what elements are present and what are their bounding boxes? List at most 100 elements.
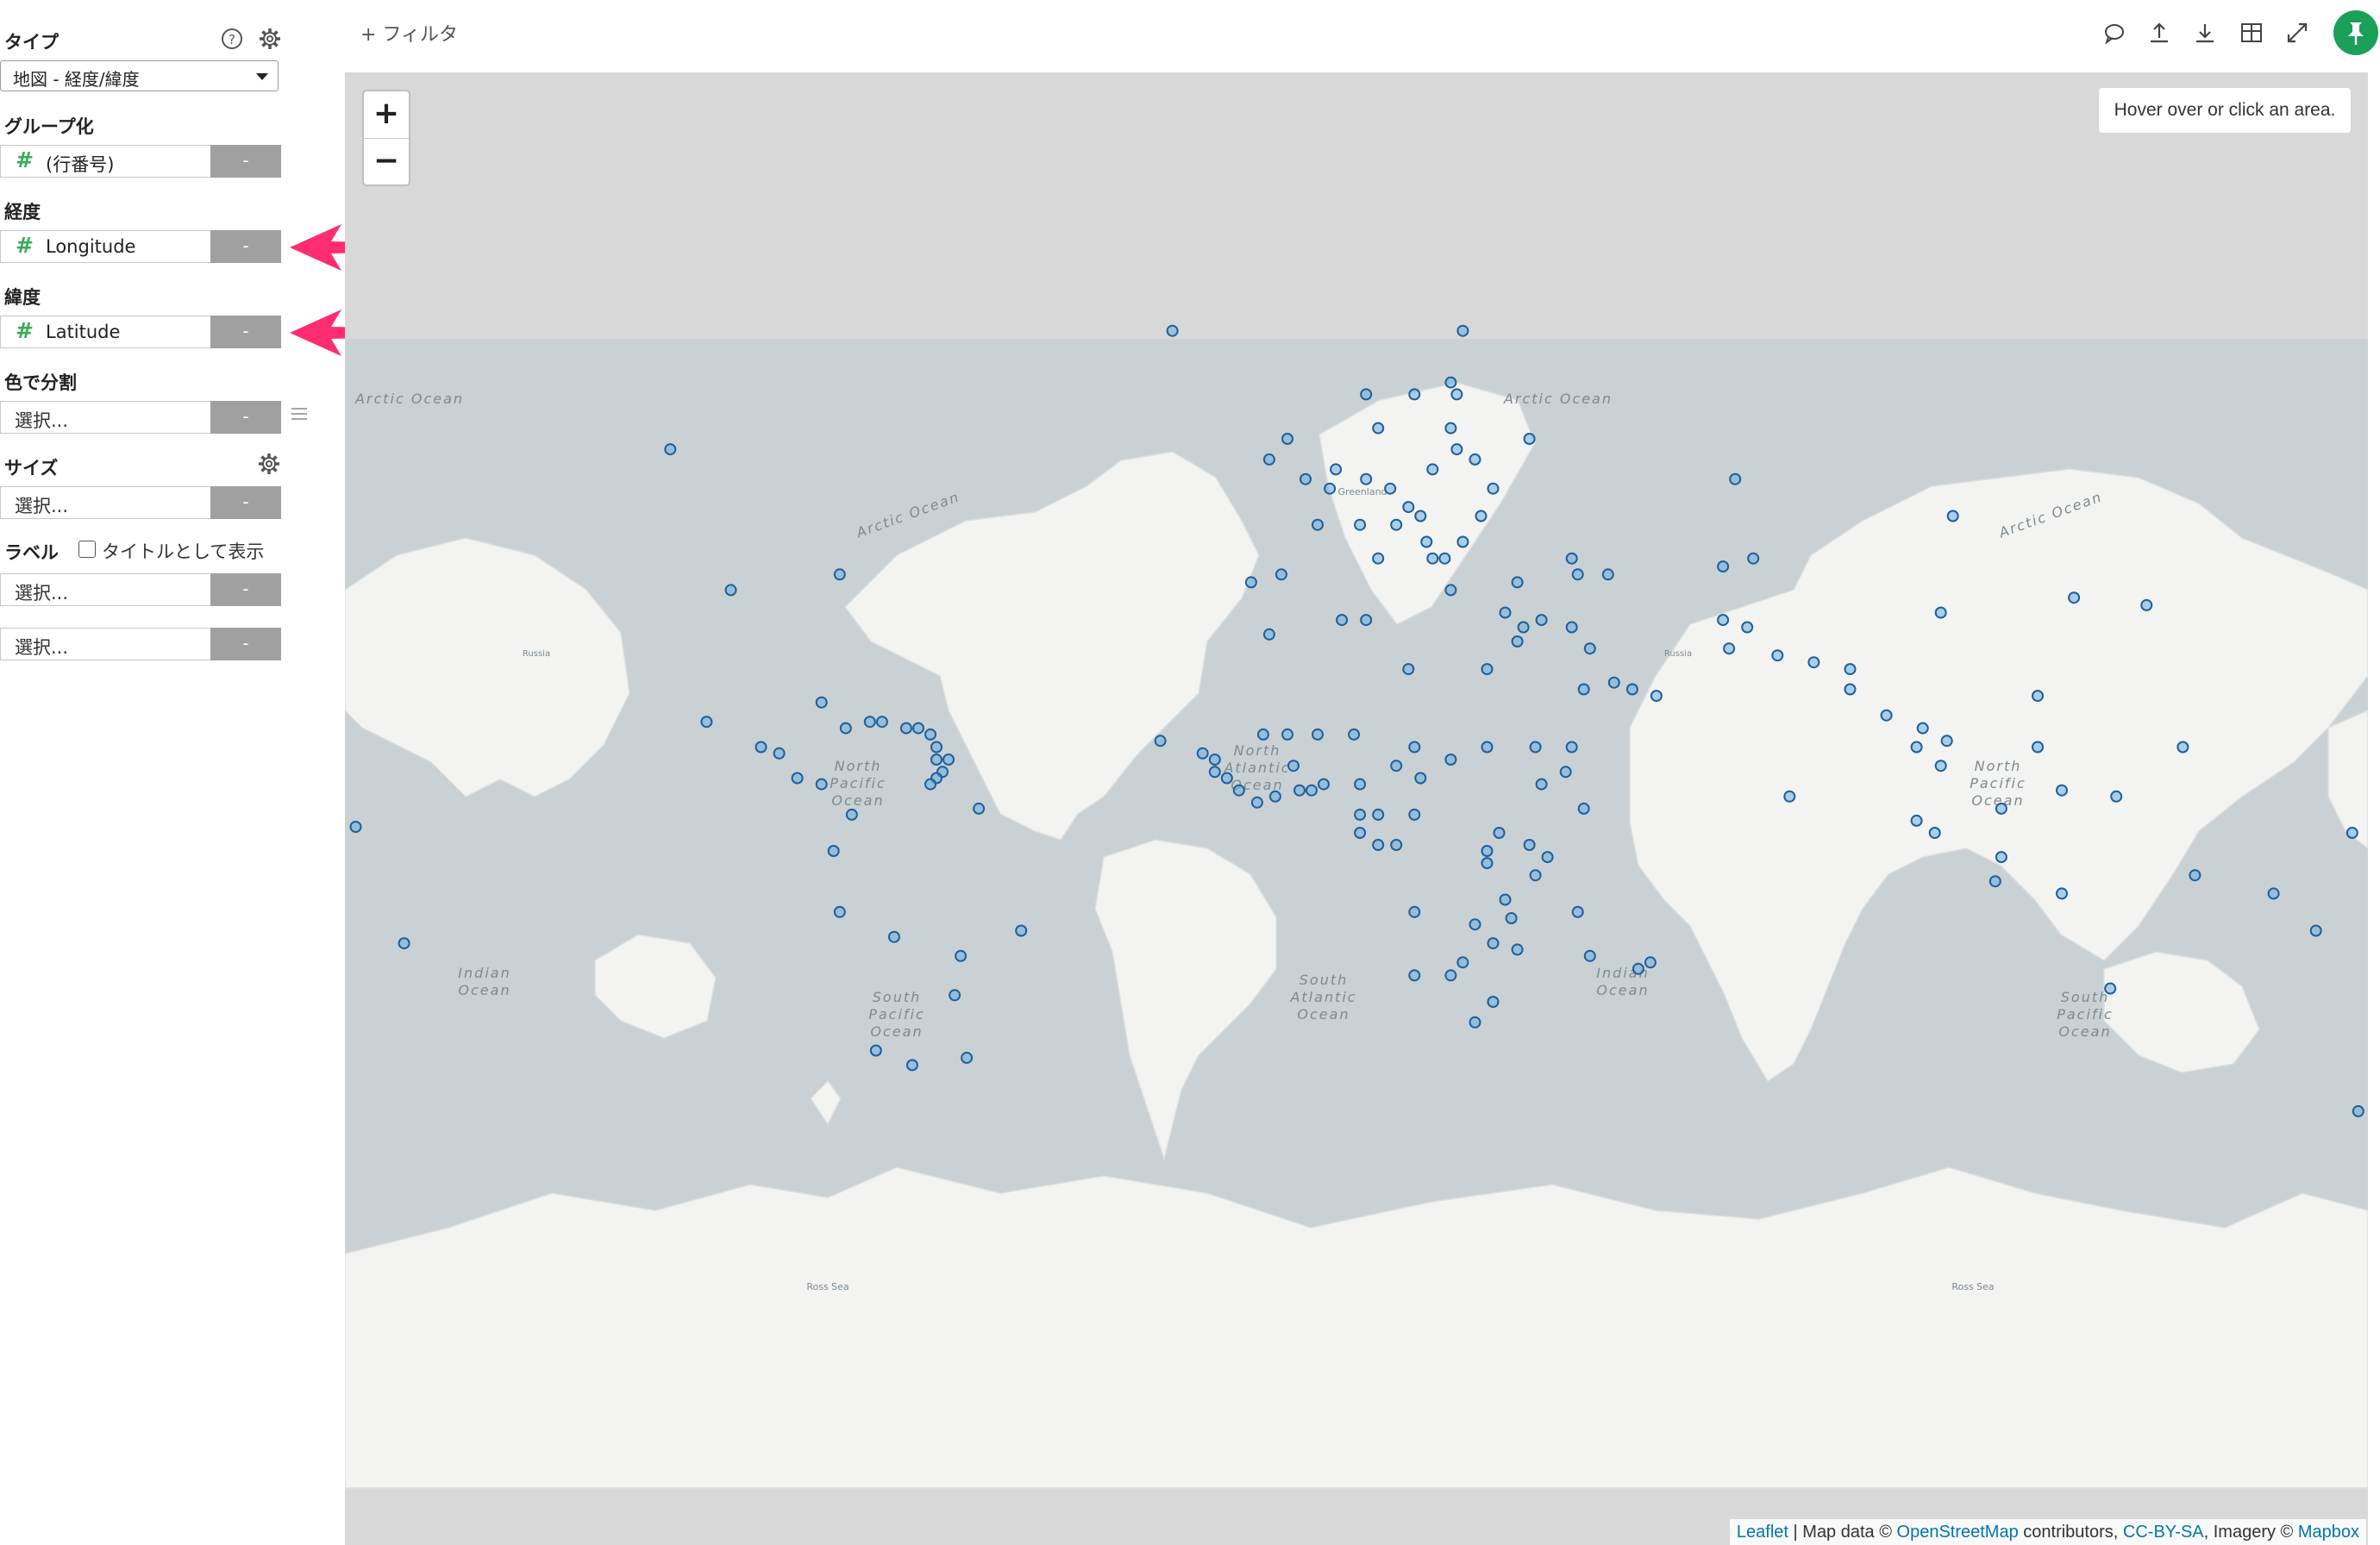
map-point[interactable] [1360, 388, 1373, 401]
map-point[interactable] [1372, 839, 1385, 851]
label-field-1-box[interactable]: 選択... [0, 573, 210, 606]
map-point[interactable] [1354, 827, 1367, 839]
map-point[interactable] [1783, 790, 1796, 803]
map-point[interactable] [1281, 433, 1293, 445]
map-point[interactable] [1312, 518, 1324, 531]
add-filter-button[interactable]: + フィルタ [360, 19, 458, 47]
upload-icon[interactable] [2147, 21, 2171, 45]
table-icon[interactable] [2239, 21, 2264, 45]
map-point[interactable] [1523, 433, 1536, 445]
map-point[interactable] [724, 584, 737, 597]
color-split-remove-button[interactable]: - [210, 401, 281, 434]
osm-link[interactable]: OpenStreetMap [1897, 1523, 2019, 1542]
map-point[interactable] [1166, 324, 1179, 337]
map-point[interactable] [887, 930, 900, 943]
map-point[interactable] [1577, 802, 1590, 815]
map-point[interactable] [961, 1051, 974, 1064]
longitude-remove-button[interactable]: - [210, 230, 281, 263]
label-field-2-box[interactable]: 選択... [0, 628, 210, 660]
map-point[interactable] [700, 716, 713, 729]
map-point[interactable] [1717, 614, 1730, 627]
map-point[interactable] [815, 778, 828, 791]
map-point[interactable] [1499, 606, 1512, 619]
map-point[interactable] [1934, 760, 1947, 772]
map-point[interactable] [1426, 463, 1439, 476]
comment-icon[interactable] [2102, 21, 2126, 45]
map-point[interactable] [1456, 324, 1469, 337]
map-point[interactable] [1408, 388, 1421, 401]
map-point[interactable] [815, 696, 828, 709]
map-point[interactable] [1324, 482, 1337, 495]
show-as-title-label[interactable]: タイトルとして表示 [102, 538, 264, 564]
expand-icon[interactable] [2285, 21, 2309, 45]
map-point[interactable] [2056, 887, 2068, 900]
map-point[interactable] [930, 741, 943, 754]
map-point[interactable] [1475, 510, 1488, 522]
map-point[interactable] [1535, 778, 1548, 791]
map-point[interactable] [1318, 778, 1330, 791]
latitude-field[interactable]: # Latitude - [0, 316, 281, 348]
map-point[interactable] [1995, 851, 2007, 864]
zoom-out-button[interactable]: − [364, 139, 409, 185]
map-point[interactable] [2104, 982, 2117, 995]
map-point[interactable] [1493, 827, 1506, 839]
map-point[interactable] [1535, 614, 1548, 627]
map-point[interactable] [930, 754, 943, 766]
map-point[interactable] [1650, 690, 1663, 703]
license-link[interactable]: CC-BY-SA [2123, 1523, 2204, 1542]
map-point[interactable] [1583, 949, 1596, 962]
label-field-2[interactable]: 選択... - [0, 628, 281, 660]
map-point[interactable] [2140, 598, 2153, 611]
map-point[interactable] [1910, 814, 1923, 827]
map-point[interactable] [1444, 422, 1457, 435]
map-point[interactable] [1487, 482, 1500, 495]
map-point[interactable] [1420, 535, 1433, 548]
map-point[interactable] [1408, 808, 1421, 821]
map-point[interactable] [1989, 875, 2001, 888]
chart-type-select[interactable]: 地図 - 経度/緯度 [0, 60, 279, 91]
zoom-in-button[interactable]: + [364, 91, 409, 138]
map-view[interactable]: Arctic Ocean Arctic Ocean Arctic Ocean A… [345, 72, 2368, 1545]
map-point[interactable] [1499, 893, 1512, 906]
map-point[interactable] [1844, 663, 1857, 676]
map-point[interactable] [1487, 996, 1500, 1008]
map-point[interactable] [1511, 635, 1524, 647]
map-point[interactable] [1196, 747, 1209, 760]
map-point[interactable] [1384, 482, 1397, 495]
map-point[interactable] [1354, 518, 1367, 531]
map-point[interactable] [2176, 741, 2189, 754]
group-remove-button[interactable]: - [210, 145, 281, 178]
map-point[interactable] [1426, 552, 1439, 565]
map-point[interactable] [1262, 628, 1275, 641]
map-point[interactable] [1232, 784, 1245, 797]
map-point[interactable] [2068, 591, 2081, 604]
map-point[interactable] [1208, 754, 1221, 766]
list-icon[interactable] [291, 407, 308, 421]
help-icon[interactable]: ? [220, 27, 244, 51]
map-point[interactable] [1469, 453, 1481, 466]
leaflet-link[interactable]: Leaflet [1737, 1523, 1788, 1542]
map-point[interactable] [1511, 576, 1524, 589]
map-point[interactable] [1330, 463, 1343, 476]
map-point[interactable] [924, 728, 936, 741]
map-point[interactable] [1348, 728, 1361, 741]
map-point[interactable] [1529, 741, 1542, 754]
map-point[interactable] [1444, 584, 1457, 597]
map-point[interactable] [1632, 962, 1644, 975]
map-point[interactable] [1601, 568, 1614, 581]
map-point[interactable] [1995, 802, 2007, 815]
color-split-field[interactable]: 選択... - [0, 401, 281, 434]
map-point[interactable] [1360, 472, 1373, 485]
map-point[interactable] [1469, 1016, 1481, 1029]
map-point[interactable] [2032, 741, 2044, 754]
map-point[interactable] [1154, 735, 1167, 747]
map-point[interactable] [1481, 857, 1494, 870]
map-point[interactable] [863, 716, 876, 729]
map-point[interactable] [1354, 778, 1367, 791]
map-point[interactable] [2110, 790, 2123, 803]
map-point[interactable] [1300, 472, 1312, 485]
world-map[interactable]: Arctic Ocean Arctic Ocean Arctic Ocean A… [345, 72, 2368, 1545]
map-point[interactable] [905, 1059, 918, 1072]
map-point[interactable] [1015, 924, 1028, 937]
map-point[interactable] [1372, 552, 1385, 565]
